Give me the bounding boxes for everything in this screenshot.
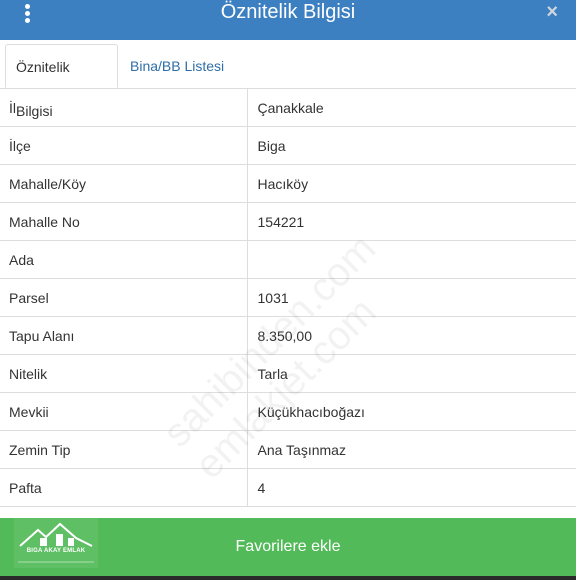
row-key: Mevkii bbox=[0, 392, 248, 431]
row-key: Nitelik bbox=[0, 354, 248, 393]
table-row: Pafta 4 bbox=[0, 468, 576, 507]
table-row: Ada bbox=[0, 240, 576, 279]
favorites-button[interactable]: BIGA AKAY EMLAK Favorilere ekle bbox=[0, 518, 576, 576]
row-key: Ada bbox=[0, 240, 248, 279]
row-value: Ana Taşınmaz bbox=[247, 430, 576, 469]
row-key: Mahalle No bbox=[0, 202, 248, 241]
table-row: Mevkii Küçükhacıboğazı bbox=[0, 392, 576, 431]
table-row: Nitelik Tarla bbox=[0, 354, 576, 393]
row-value: Tarla bbox=[247, 354, 576, 393]
table-row: Tapu Alanı 8.350,00 bbox=[0, 316, 576, 355]
row-value: Biga bbox=[247, 126, 576, 165]
row-key: Zemin Tip bbox=[0, 430, 248, 469]
table-row: Mahalle No 154221 bbox=[0, 202, 576, 241]
table-row: İlçe Biga bbox=[0, 126, 576, 165]
row-value: 1031 bbox=[247, 278, 576, 317]
row-value: Hacıköy bbox=[247, 164, 576, 203]
table-row: Zemin Tip Ana Taşınmaz bbox=[0, 430, 576, 469]
table-row: İl Çanakkale bbox=[0, 88, 576, 127]
close-icon[interactable]: × bbox=[546, 2, 558, 22]
row-key: Parsel bbox=[0, 278, 248, 317]
row-key: Mahalle/Köy bbox=[0, 164, 248, 203]
favorites-button-label: Favorilere ekle bbox=[235, 538, 341, 555]
tab-bina-bb-listesi[interactable]: Bina/BB Listesi bbox=[120, 44, 234, 88]
row-key: Pafta bbox=[0, 468, 248, 507]
row-value: 4 bbox=[247, 468, 576, 507]
dialog-title: Öznitelik Bilgisi bbox=[220, 1, 356, 23]
tab-bar: Öznitelik Bilgisi Bina/BB Listesi bbox=[0, 40, 576, 119]
row-key: İl bbox=[0, 88, 248, 127]
attribute-table: İl Çanakkale İlçe Biga Mahalle/Köy Hacıköy … bbox=[0, 88, 576, 507]
row-value: 8.350,00 bbox=[247, 316, 576, 355]
bottom-edge bbox=[0, 576, 576, 580]
row-value: 154221 bbox=[247, 202, 576, 241]
table-row: Mahalle/Köy Hacıköy bbox=[0, 164, 576, 203]
table-row: Parsel 1031 bbox=[0, 278, 576, 317]
row-key: Tapu Alanı bbox=[0, 316, 248, 355]
row-key: İlçe bbox=[0, 126, 248, 165]
row-value: Çanakkale bbox=[247, 88, 576, 127]
row-value bbox=[247, 240, 576, 279]
row-value: Küçükhacıboğazı bbox=[247, 392, 576, 431]
dialog-header: Öznitelik Bilgisi × bbox=[0, 0, 576, 40]
tab-oznitelik-bilgisi[interactable]: Öznitelik Bilgisi bbox=[5, 44, 118, 119]
